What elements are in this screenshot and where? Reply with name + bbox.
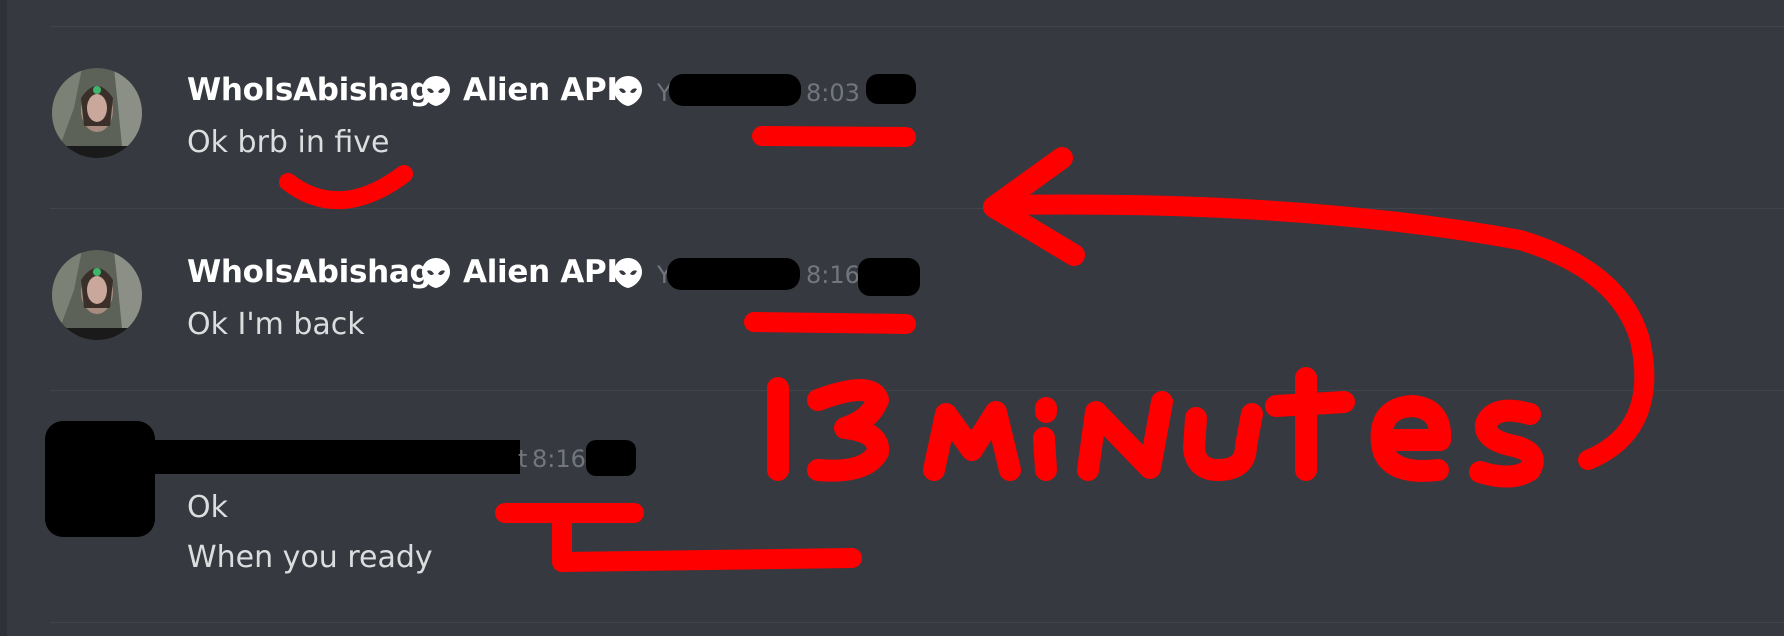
corner-mark [552, 505, 862, 572]
timestamp-prefix: t [518, 445, 528, 473]
bot-name[interactable]: Alien API [463, 72, 618, 108]
alien-icon [611, 256, 645, 290]
redaction-box [866, 74, 916, 104]
redaction-box [586, 440, 636, 476]
arrow-head [983, 147, 1085, 266]
smile-mark [279, 165, 413, 210]
message-text: Ok I'm back [187, 307, 365, 342]
message-text: When you ready [187, 540, 433, 575]
timestamp: 8:16 [806, 261, 860, 289]
message-divider [50, 390, 1784, 391]
handwritten-13-minutes [767, 367, 1544, 488]
message-divider [50, 26, 1784, 27]
redaction-box [667, 258, 800, 290]
alien-icon [419, 74, 453, 108]
redacted-avatar [45, 421, 155, 537]
avatar[interactable] [52, 68, 142, 158]
chat-screenshot: WhoIsAbishag Alien API Y 8:03 Ok brb in … [0, 0, 1784, 636]
alien-icon [419, 256, 453, 290]
timestamp: 8:03 [806, 79, 860, 107]
arrow-curve [990, 194, 1655, 470]
message-divider [50, 208, 1784, 209]
message-divider [50, 622, 1784, 623]
bot-name[interactable]: Alien API [463, 254, 618, 290]
username[interactable]: WhoIsAbishag [187, 72, 432, 108]
redaction-box [669, 74, 801, 106]
message-text: Ok [187, 490, 228, 525]
avatar[interactable] [52, 250, 142, 340]
left-edge-strip [0, 0, 7, 636]
underline-mark [744, 312, 916, 334]
username[interactable]: WhoIsAbishag [187, 254, 432, 290]
redacted-username [150, 440, 520, 474]
underline-mark [752, 126, 916, 147]
message-text: Ok brb in five [187, 125, 390, 160]
timestamp: 8:16 [532, 445, 586, 473]
redaction-box [858, 258, 920, 296]
alien-icon [611, 74, 645, 108]
